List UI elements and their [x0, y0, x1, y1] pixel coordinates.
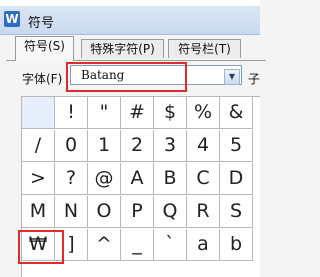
- tab-symbol-bar[interactable]: 符号栏(T): [168, 39, 241, 58]
- symbol-cell[interactable]: 5: [220, 130, 253, 162]
- symbol-cell[interactable]: D: [220, 163, 253, 195]
- symbol-cell[interactable]: @: [88, 163, 121, 195]
- font-highlight-box: [66, 62, 187, 92]
- symbol-cell[interactable]: O: [88, 196, 121, 228]
- symbol-cell[interactable]: A: [121, 163, 154, 195]
- symbol-cell[interactable]: Q: [154, 196, 187, 228]
- symbol-cell[interactable]: [22, 97, 55, 129]
- won-sign-highlight-box: [18, 230, 64, 264]
- window-title: 符号: [28, 16, 55, 31]
- symbol-cell[interactable]: 0: [55, 130, 88, 162]
- tab-special-characters[interactable]: 特殊字符(P): [81, 39, 164, 58]
- tab-bar: 符号(S) 特殊字符(P) 符号栏(T): [0, 35, 260, 61]
- symbol-cell[interactable]: N: [55, 196, 88, 228]
- symbol-cell[interactable]: !: [55, 97, 88, 129]
- title-bar: W 符号: [0, 6, 260, 35]
- symbol-cell[interactable]: B: [154, 163, 187, 195]
- symbol-cell[interactable]: S: [220, 196, 253, 228]
- subset-label: 子: [248, 72, 261, 86]
- symbol-cell[interactable]: 4: [187, 130, 220, 162]
- symbol-cell[interactable]: 3: [154, 130, 187, 162]
- symbol-cell[interactable]: ^: [88, 229, 121, 261]
- symbol-cell[interactable]: _: [121, 229, 154, 261]
- chevron-down-icon[interactable]: ▼: [224, 69, 240, 85]
- symbol-cell[interactable]: ?: [55, 163, 88, 195]
- symbol-cell[interactable]: C: [187, 163, 220, 195]
- font-label: 字体(F): [22, 72, 63, 86]
- symbol-cell[interactable]: P: [121, 196, 154, 228]
- symbol-cell[interactable]: M: [22, 196, 55, 228]
- symbol-cell[interactable]: /: [22, 130, 55, 162]
- wps-app-icon: W: [4, 11, 20, 27]
- symbol-cell[interactable]: `: [154, 229, 187, 261]
- symbol-cell[interactable]: %: [187, 97, 220, 129]
- symbol-cell[interactable]: a: [187, 229, 220, 261]
- symbol-cell[interactable]: R: [187, 196, 220, 228]
- tab-symbols[interactable]: 符号(S): [15, 36, 74, 61]
- symbol-cell[interactable]: $: [154, 97, 187, 129]
- symbol-cell[interactable]: >: [22, 163, 55, 195]
- symbol-cell[interactable]: 2: [121, 130, 154, 162]
- symbol-cell[interactable]: b: [220, 229, 253, 261]
- symbol-cell[interactable]: &: [220, 97, 253, 129]
- symbol-cell[interactable]: #: [121, 97, 154, 129]
- symbol-cell[interactable]: ": [88, 97, 121, 129]
- symbol-cell[interactable]: 1: [88, 130, 121, 162]
